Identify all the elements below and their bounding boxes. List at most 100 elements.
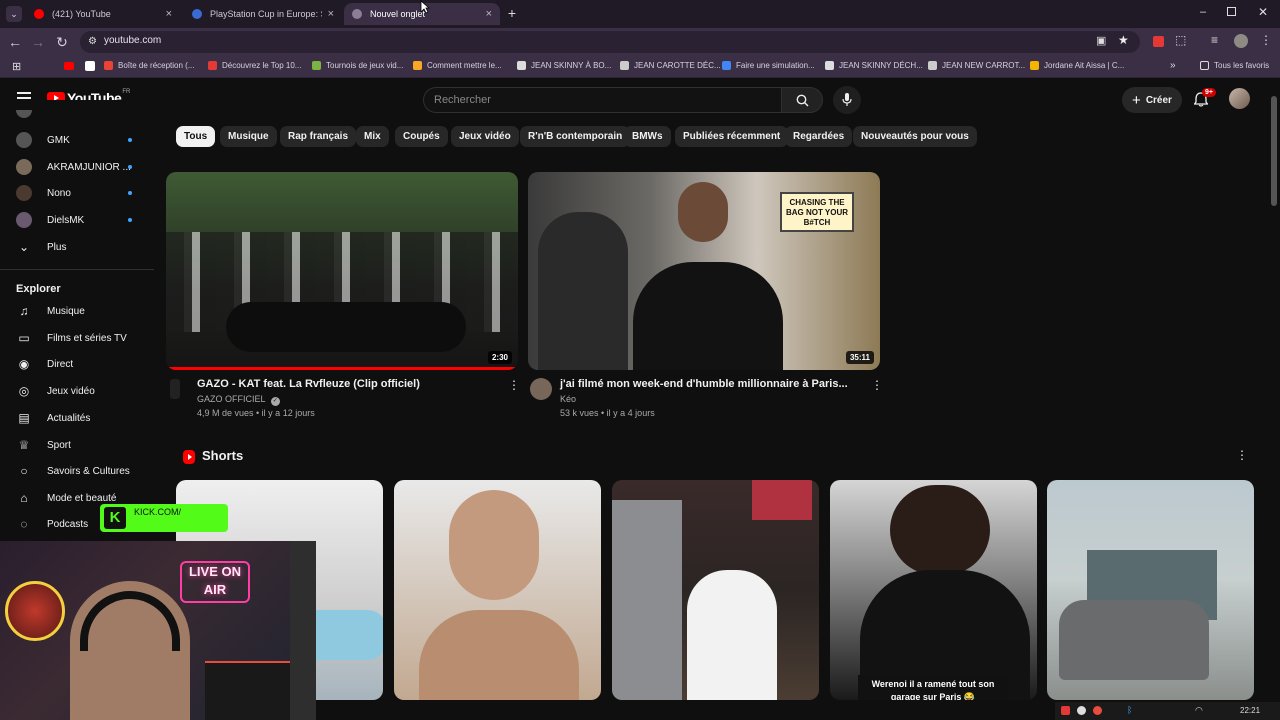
chip-rnb[interactable]: R'n'B contemporain <box>520 126 631 147</box>
site-info-icon[interactable]: ⚙ <box>88 36 97 47</box>
short-thumbnail[interactable] <box>394 480 601 700</box>
forward-arrow-icon[interactable]: → <box>29 33 47 51</box>
tray-icon[interactable] <box>1061 706 1070 715</box>
search-placeholder: Rechercher <box>434 94 491 106</box>
video-title[interactable]: GAZO - KAT feat. La Rvfleuze (Clip offic… <box>197 378 420 390</box>
sidebar-item-savoirs[interactable]: ○ Savoirs & Cultures <box>0 458 154 484</box>
chip-bmws[interactable]: BMWs <box>624 126 671 147</box>
scrollbar-thumb[interactable] <box>1271 96 1277 206</box>
clock-time[interactable]: 22:21 <box>1240 706 1260 715</box>
subscription-item[interactable]: AKRAMJUNIOR ... <box>0 154 154 180</box>
gamepad-icon: ◎ <box>18 384 30 398</box>
plus-icon: + <box>1132 91 1141 109</box>
lightbulb-icon: ○ <box>20 464 28 478</box>
url-field[interactable]: ⚙ youtube.com ▣ ★ <box>80 31 1140 53</box>
bookmark-item[interactable]: Tournois de jeux vid... <box>312 61 403 70</box>
chip-musique[interactable]: Musique <box>220 126 277 147</box>
chip-nouveautes[interactable]: Nouveautés pour vous <box>853 126 977 147</box>
tab-youtube[interactable]: (421) YouTube × <box>26 3 180 25</box>
subscription-item[interactable]: Nono <box>0 180 154 206</box>
channel-avatar[interactable] <box>530 378 552 400</box>
chip-rap-francais[interactable]: Rap français <box>280 126 357 147</box>
wifi-icon[interactable]: ◠ <box>1195 705 1203 716</box>
chip-tous[interactable]: Tous <box>176 126 216 147</box>
tray-icon[interactable] <box>1093 706 1102 715</box>
short-thumbnail[interactable]: Werenoi il a ramené tout son garage sur … <box>830 480 1037 700</box>
sidebar-item-films[interactable]: ▭ Films et séries TV <box>0 325 154 351</box>
bookmark-item[interactable]: JEAN CAROTTE DÉC... <box>620 61 721 70</box>
subscription-item[interactable]: GMK <box>0 127 154 153</box>
channel-name[interactable]: Kéo <box>560 394 576 404</box>
bookmark-item[interactable]: Comment mettre le... <box>413 61 502 70</box>
restore-window-button[interactable] <box>1227 7 1236 16</box>
tray-icon[interactable] <box>1077 706 1086 715</box>
video-menu-icon[interactable]: ⋮ <box>871 378 883 392</box>
profile-avatar[interactable] <box>1234 34 1248 48</box>
more-bookmarks-icon[interactable]: » <box>1170 60 1176 71</box>
sidebar-divider <box>0 269 154 270</box>
subscription-item[interactable]: DielsMK <box>0 207 154 233</box>
video-thumbnail[interactable]: CHASING THE BAG NOT YOUR B#TCH 35:11 <box>528 172 880 370</box>
bookmark-star-icon[interactable]: ★ <box>1118 33 1129 47</box>
bookmark-item[interactable]: JEAN SKINNY DÉCH... <box>825 61 923 70</box>
extension-red-icon[interactable] <box>1153 36 1164 47</box>
all-bookmarks-folder[interactable]: Tous les favoris <box>1200 61 1269 70</box>
bookmark-item[interactable]: JEAN SKINNY À BO... <box>517 61 611 70</box>
short-thumbnail[interactable] <box>1047 480 1254 700</box>
video-thumbnail[interactable]: 2:30 <box>166 172 518 370</box>
channel-name[interactable]: GAZO OFFICIEL ✓ <box>197 394 280 406</box>
webcam-overlay: LIVE ON AIR <box>0 541 316 720</box>
new-content-dot <box>128 165 132 169</box>
browser-menu-icon[interactable]: ⋮ <box>1260 33 1272 47</box>
back-arrow-icon[interactable]: ← <box>6 33 24 51</box>
chip-coupes[interactable]: Coupés <box>395 126 448 147</box>
shorts-menu-icon[interactable]: ⋮ <box>1236 448 1248 462</box>
sidebar-item-direct[interactable]: ◉ Direct <box>0 351 154 377</box>
bookmark-doc-icon[interactable] <box>85 61 95 71</box>
new-content-dot <box>128 218 132 222</box>
show-more-subscriptions[interactable]: ⌄ Plus <box>0 234 154 260</box>
tab-search-button[interactable]: ⌄ <box>6 6 22 22</box>
install-app-icon[interactable]: ▣ <box>1096 34 1106 47</box>
close-tab-icon[interactable]: × <box>166 8 172 20</box>
short-thumbnail[interactable] <box>612 480 819 700</box>
bookmark-item[interactable]: Boîte de réception (... <box>104 61 195 70</box>
voice-search-button[interactable] <box>833 86 861 114</box>
tab-title: PlayStation Cup in Europe: Ses <box>210 9 322 19</box>
account-avatar[interactable] <box>1229 88 1250 109</box>
close-tab-icon[interactable]: × <box>486 8 492 20</box>
system-tray: ᛒ ◠ 22:21 <box>1055 702 1280 720</box>
video-menu-icon[interactable]: ⋮ <box>508 378 520 392</box>
close-tab-icon[interactable]: × <box>328 8 334 20</box>
bookmark-item[interactable]: Jordane Ait Aissa | C... <box>1030 61 1124 70</box>
channel-avatar[interactable] <box>170 379 180 399</box>
bookmark-item[interactable]: Faire une simulation... <box>722 61 815 70</box>
reload-icon[interactable]: ↻ <box>53 33 71 51</box>
new-tab-button[interactable]: + <box>505 5 519 21</box>
bookmark-item[interactable]: Découvrez le Top 10... <box>208 61 301 70</box>
reading-list-icon[interactable]: ≡ <box>1211 33 1218 47</box>
chip-mix[interactable]: Mix <box>356 126 389 147</box>
apps-grid-icon[interactable]: ⊞ <box>12 60 21 73</box>
chip-jeux-video[interactable]: Jeux vidéo <box>451 126 519 147</box>
chip-regardees[interactable]: Regardées <box>785 126 853 147</box>
bluetooth-icon[interactable]: ᛒ <box>1127 705 1132 715</box>
sidebar-item-actualites[interactable]: ▤ Actualités <box>0 405 154 431</box>
bookmark-item[interactable]: JEAN NEW CARROT... <box>928 61 1025 70</box>
chip-publiees-recemment[interactable]: Publiées récemment <box>675 126 789 147</box>
sidebar-item-jeux-video[interactable]: ◎ Jeux vidéo <box>0 378 154 404</box>
notifications-button[interactable]: 9+ <box>1192 88 1216 110</box>
close-window-button[interactable]: ✕ <box>1256 5 1270 19</box>
video-title[interactable]: j'ai filmé mon week-end d'humble million… <box>560 378 848 390</box>
sidebar-item-sport[interactable]: ♕ Sport <box>0 432 154 458</box>
bookmark-youtube-icon[interactable] <box>64 62 74 70</box>
extensions-puzzle-icon[interactable]: ⬚ <box>1175 33 1186 47</box>
minimize-window-button[interactable]: – <box>1196 6 1210 20</box>
search-button[interactable] <box>781 87 823 113</box>
tab-playstation[interactable]: PlayStation Cup in Europe: Ses × <box>184 3 342 25</box>
sign-text: CHASING THE BAG NOT YOUR B#TCH <box>780 192 854 232</box>
search-input[interactable]: Rechercher <box>423 87 781 113</box>
create-button[interactable]: + Créer <box>1122 87 1182 113</box>
page-scrollbar[interactable] <box>1270 88 1278 700</box>
sidebar-item-musique[interactable]: ♫ Musique <box>0 298 154 324</box>
